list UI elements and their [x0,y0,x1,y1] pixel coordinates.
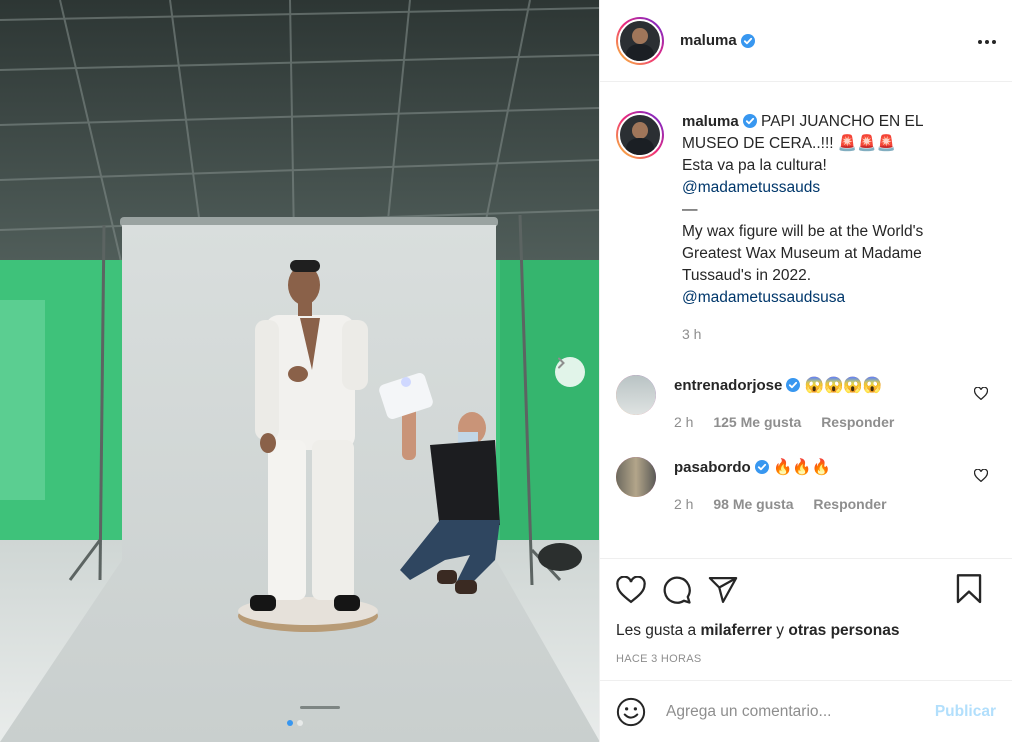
post-age[interactable]: HACE 3 HORAS [616,653,996,665]
save-button[interactable] [956,573,982,610]
more-options-button[interactable] [978,31,996,49]
like-comment-button[interactable] [973,386,989,405]
comment-bubble-icon [663,576,691,604]
comment-item: pasabordo 🔥🔥🔥 2 h 98 Me gusta Responder [616,457,996,515]
like-comment-button[interactable] [973,468,989,487]
comment-item: entrenadorjose 😱😱😱😱 2 h 125 Me gusta Res… [616,375,996,433]
smiley-icon [616,697,646,726]
comment-timestamp[interactable]: 2 h [674,496,693,512]
post-actions: Les gusta a milaferrer y otras personas … [600,558,1012,665]
mention-link[interactable]: @madametussaudsusa [682,289,845,306]
carousel-dot-active [287,720,293,726]
publish-button[interactable]: Publicar [935,703,996,721]
likes-summary: Les gusta a milaferrer y otras personas [616,621,996,641]
author-username[interactable]: maluma [680,32,737,49]
comment-text: 😱😱😱😱 [804,377,882,394]
heart-outline-icon [973,386,989,401]
caption-line: MUSEO DE CERA..!!! [682,135,834,152]
comment-timestamp[interactable]: 2 h [674,414,693,430]
comment-likes[interactable]: 98 Me gusta [713,496,793,512]
emoji-button[interactable] [616,697,646,727]
photo-illustration [0,0,599,742]
caption-emoji: 🚨🚨🚨 [837,135,896,152]
caption-author-avatar[interactable] [616,111,664,159]
verified-badge-icon [742,114,757,128]
caption-timestamp[interactable]: 3 h [682,323,972,345]
heart-outline-icon [616,576,646,604]
post-photo[interactable] [0,0,599,742]
post-caption: maluma PAPI JUANCHO EN EL MUSEO DE CERA.… [616,83,996,345]
caption-line: Esta va pa la cultura! [682,157,827,174]
carousel-dot [297,720,303,726]
caption-line: My wax figure will be at the World's [682,223,924,240]
comment-text: 🔥🔥🔥 [773,459,831,476]
comment-likes[interactable]: 125 Me gusta [713,414,801,430]
reply-button[interactable]: Responder [813,496,886,512]
like-button[interactable] [616,576,646,604]
add-comment-bar: Publicar [600,680,1012,742]
verified-badge-icon [754,460,769,474]
bookmark-icon [956,574,982,604]
likes-others-link[interactable]: otras personas [788,622,899,639]
heart-outline-icon [973,468,989,483]
ellipsis-icon [978,40,996,44]
commenter-avatar[interactable] [616,375,656,415]
liked-by-user-link[interactable]: milaferrer [700,622,772,639]
likes-prefix: Les gusta a [616,622,697,639]
caption-line: Greatest Wax Museum at Madame [682,245,922,262]
caption-username[interactable]: maluma [682,113,739,130]
commenter-username[interactable]: pasabordo [674,459,751,476]
chevron-right-icon [558,357,565,369]
commenter-avatar[interactable] [616,457,656,497]
mention-link[interactable]: @madametussauds [682,179,820,196]
likes-conjunction: y [776,622,785,639]
post-header: maluma [600,0,1012,82]
caption-line: PAPI JUANCHO EN EL [761,113,924,130]
author-avatar[interactable] [616,16,664,65]
carousel-indicator [287,720,303,726]
verified-badge-icon [740,33,755,48]
paper-plane-icon [708,577,738,603]
reply-button[interactable]: Responder [821,414,894,430]
next-image-button[interactable] [555,357,585,387]
caption-line: Tussaud's in 2022. [682,267,812,284]
share-button[interactable] [708,576,738,604]
caption-divider: — [682,201,698,218]
verified-badge-icon [786,378,801,392]
commenter-username[interactable]: entrenadorjose [674,377,782,394]
comment-button[interactable] [662,575,692,605]
comment-input[interactable] [666,702,935,721]
post-side-panel: maluma maluma PAPI JUANCHO EN EL MUSEO D… [599,0,1012,742]
comments-list[interactable]: maluma PAPI JUANCHO EN EL MUSEO DE CERA.… [600,83,1012,558]
